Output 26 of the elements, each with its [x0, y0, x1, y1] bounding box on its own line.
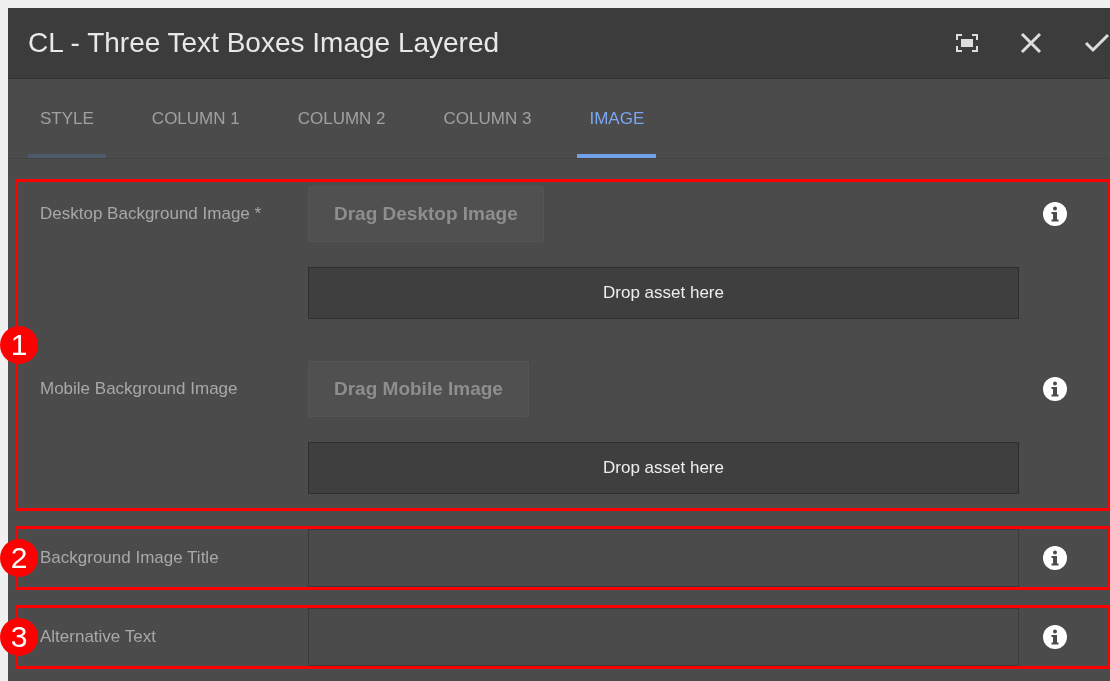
- annotation-number: 3: [0, 618, 38, 656]
- field-label: Desktop Background Image *: [40, 204, 262, 224]
- tab[interactable]: IMAGE: [577, 79, 657, 158]
- tab[interactable]: STYLE: [28, 79, 106, 158]
- drag-image-button[interactable]: Drag Mobile Image: [308, 361, 529, 417]
- text-input[interactable]: [308, 529, 1019, 587]
- tab[interactable]: COLUMN 3: [431, 79, 544, 158]
- check-icon[interactable]: [1084, 33, 1110, 53]
- info-icon[interactable]: [1042, 545, 1068, 571]
- tab[interactable]: COLUMN 1: [139, 79, 252, 158]
- annotation-number: 2: [0, 539, 38, 577]
- drag-image-button[interactable]: Drag Desktop Image: [308, 186, 544, 242]
- dialog-title: CL - Three Text Boxes Image Layered: [28, 27, 501, 59]
- close-icon[interactable]: [1020, 32, 1042, 54]
- annotation-number: 1: [0, 326, 38, 364]
- info-icon[interactable]: [1042, 624, 1068, 650]
- drop-zone[interactable]: Drop asset here: [308, 442, 1019, 494]
- fullscreen-icon[interactable]: [956, 34, 978, 52]
- field-label: Mobile Background Image: [40, 379, 238, 399]
- info-icon[interactable]: [1042, 201, 1068, 227]
- field-label: Alternative Text: [40, 627, 156, 647]
- field-label: Background Image Title: [40, 548, 219, 568]
- text-input[interactable]: [308, 608, 1019, 666]
- info-icon[interactable]: [1042, 376, 1068, 402]
- tab[interactable]: COLUMN 2: [285, 79, 398, 158]
- drop-zone[interactable]: Drop asset here: [308, 267, 1019, 319]
